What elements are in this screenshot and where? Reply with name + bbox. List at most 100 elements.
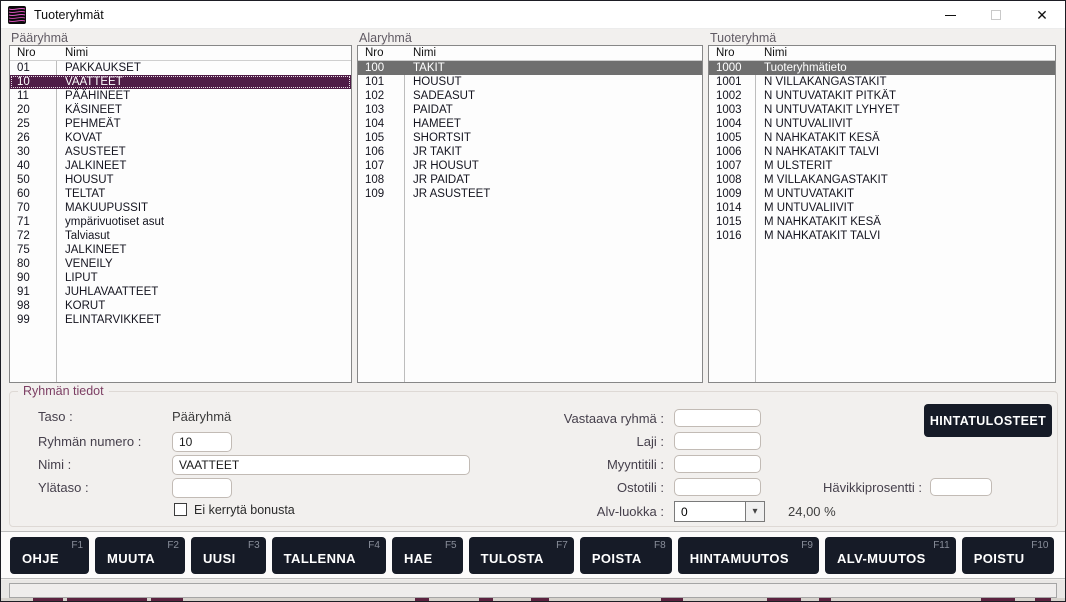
list-row[interactable]: 01PAKKAUKSET: [10, 61, 351, 75]
list-row[interactable]: 25PEHMEÄT: [10, 117, 351, 131]
list-row[interactable]: 20KÄSINEET: [10, 103, 351, 117]
list-row[interactable]: 105SHORTSIT: [358, 131, 702, 145]
list-row[interactable]: 1000Tuoteryhmätieto: [709, 61, 1055, 75]
list-row[interactable]: 80VENEILY: [10, 257, 351, 271]
toolbar-button-muuta[interactable]: MUUTAF2: [95, 537, 185, 574]
minimize-button[interactable]: [927, 1, 973, 29]
laji-field[interactable]: [674, 432, 761, 450]
ylataso-label: Ylätaso :: [38, 480, 89, 495]
toolbar-button-tulosta[interactable]: TULOSTAF7: [469, 537, 574, 574]
list-row[interactable]: 26KOVAT: [10, 131, 351, 145]
list-row[interactable]: 99ELINTARVIKKEET: [10, 313, 351, 327]
list-row[interactable]: 70MAKUUPUSSIT: [10, 201, 351, 215]
toolbar-button-uusi[interactable]: UUSI F3: [191, 537, 266, 574]
panel-label-tuoteryhma: Tuoteryhmä: [710, 31, 776, 45]
list-row[interactable]: 11PÄÄHINEET: [10, 89, 351, 103]
list-row[interactable]: 10VAATTEET: [10, 75, 351, 89]
laji-label: Laji :: [514, 434, 664, 449]
toolbar-button-label: ALV-MUUTOS: [837, 551, 926, 566]
toolbar-button-poistu[interactable]: POISTU F10: [962, 537, 1055, 574]
list-row[interactable]: 50HOUSUT: [10, 173, 351, 187]
ylataso-field[interactable]: [172, 478, 232, 498]
havikkiprosentti-field[interactable]: [930, 478, 992, 496]
alaryhma-list: NroNimi100TAKIT101HOUSUT102SADEASUT103PA…: [357, 45, 703, 383]
panel-label-paaryhma: Pääryhmä: [11, 31, 68, 45]
maximize-button[interactable]: [973, 1, 1019, 29]
fkey-label: F11: [933, 540, 950, 551]
list-row[interactable]: 109JR ASUSTEET: [358, 187, 702, 201]
background-window-sliver: [1, 598, 1065, 601]
list-row[interactable]: 101HOUSUT: [358, 75, 702, 89]
myyntitili-label: Myyntitili :: [514, 457, 664, 472]
list-row[interactable]: 1001N VILLAKANGASTAKIT: [709, 75, 1055, 89]
list-row[interactable]: 1016M NAHKATAKIT TALVI: [709, 229, 1055, 243]
toolbar-button-hintamuutos[interactable]: HINTAMUUTOSF9: [678, 537, 819, 574]
list-row[interactable]: 1014M UNTUVALIIVIT: [709, 201, 1055, 215]
ostotili-label: Ostotili :: [514, 480, 664, 495]
nimi-field[interactable]: [172, 455, 470, 475]
toolbar-button-label: HAE: [404, 551, 433, 566]
list-row[interactable]: 1006N NAHKATAKIT TALVI: [709, 145, 1055, 159]
myyntitili-field[interactable]: [674, 455, 761, 473]
list-row[interactable]: 75JALKINEET: [10, 243, 351, 257]
list-row[interactable]: 108JR PAIDAT: [358, 173, 702, 187]
toolbar-button-tallenna[interactable]: TALLENNAF4: [272, 537, 386, 574]
chevron-down-icon[interactable]: ▾: [745, 502, 764, 521]
window-controls: ✕: [927, 1, 1065, 29]
tuoteryhma-list: NroNimi1000Tuoteryhmätieto1001N VILLAKAN…: [708, 45, 1056, 383]
ostotili-field[interactable]: [674, 478, 761, 496]
fkey-label: F10: [1031, 540, 1048, 551]
list-row[interactable]: 1007M ULSTERIT: [709, 159, 1055, 173]
minimize-icon: [945, 15, 956, 16]
toolbar-button-hae[interactable]: HAEF5: [392, 537, 463, 574]
list-row[interactable]: 1005N NAHKATAKIT KESÄ: [709, 131, 1055, 145]
list-row[interactable]: 1004N UNTUVALIIVIT: [709, 117, 1055, 131]
list-row[interactable]: 90LIPUT: [10, 271, 351, 285]
havikkiprosentti-label: Hävikkiprosentti :: [772, 480, 922, 495]
bonus-checkbox-label: Ei kerrytä bonusta: [194, 503, 295, 517]
list-row[interactable]: 91JUHLAVAATTEET: [10, 285, 351, 299]
list-row[interactable]: 104HAMEET: [358, 117, 702, 131]
app-logo-icon: [8, 6, 26, 24]
toolbar-button-label: HINTAMUUTOS: [690, 551, 789, 566]
toolbar-button-label: MUUTA: [107, 551, 155, 566]
list-row[interactable]: 71ympärivuotiset asut: [10, 215, 351, 229]
alv-luokka-label: Alv-luokka :: [514, 504, 664, 519]
list-row[interactable]: 1003N UNTUVATAKIT LYHYET: [709, 103, 1055, 117]
status-bar: [9, 583, 1057, 598]
toolbar-button-alv-muutos[interactable]: ALV-MUUTOS F11: [825, 537, 956, 574]
maximize-icon: [991, 10, 1001, 20]
vastaava-ryhma-label: Vastaava ryhmä :: [514, 411, 664, 426]
toolbar-button-label: POISTU: [974, 551, 1025, 566]
hintatulosteet-button[interactable]: HINTATULOSTEET: [924, 404, 1052, 437]
fkey-label: F7: [556, 540, 568, 551]
list-row[interactable]: 30ASUSTEET: [10, 145, 351, 159]
toolbar-button-ohje[interactable]: OHJEF1: [10, 537, 89, 574]
fkey-label: F1: [71, 540, 83, 551]
fkey-label: F8: [654, 540, 666, 551]
list-row[interactable]: 1002N UNTUVATAKIT PITKÄT: [709, 89, 1055, 103]
vastaava-ryhma-field[interactable]: [674, 409, 761, 427]
toolbar-button-label: TALLENNA: [284, 551, 356, 566]
toolbar-button-label: UUSI: [203, 551, 236, 566]
close-button[interactable]: ✕: [1019, 1, 1065, 29]
list-row[interactable]: 1009M UNTUVATAKIT: [709, 187, 1055, 201]
alv-luokka-select[interactable]: 0 ▾: [674, 501, 765, 522]
list-row[interactable]: 98KORUT: [10, 299, 351, 313]
list-row[interactable]: 107JR HOUSUT: [358, 159, 702, 173]
list-row[interactable]: 103PAIDAT: [358, 103, 702, 117]
list-row[interactable]: 40JALKINEET: [10, 159, 351, 173]
list-row[interactable]: 100TAKIT: [358, 61, 702, 75]
group-details-fieldset: Ryhmän tiedot Taso : Pääryhmä Ryhmän num…: [9, 391, 1058, 527]
toolbar-button-poista[interactable]: POISTAF8: [580, 537, 672, 574]
list-row[interactable]: 1008M VILLAKANGASTAKIT: [709, 173, 1055, 187]
fkey-label: F3: [248, 540, 260, 551]
list-row[interactable]: 1015M NAHKATAKIT KESÄ: [709, 215, 1055, 229]
list-row[interactable]: 106JR TAKIT: [358, 145, 702, 159]
list-row[interactable]: 72Talviasut: [10, 229, 351, 243]
ryhman-numero-field[interactable]: [172, 432, 232, 452]
bonus-checkbox[interactable]: [174, 503, 187, 516]
list-row[interactable]: 102SADEASUT: [358, 89, 702, 103]
paaryhma-list: NroNimi01PAKKAUKSET10VAATTEET11PÄÄHINEET…: [9, 45, 352, 383]
list-row[interactable]: 60TELTAT: [10, 187, 351, 201]
